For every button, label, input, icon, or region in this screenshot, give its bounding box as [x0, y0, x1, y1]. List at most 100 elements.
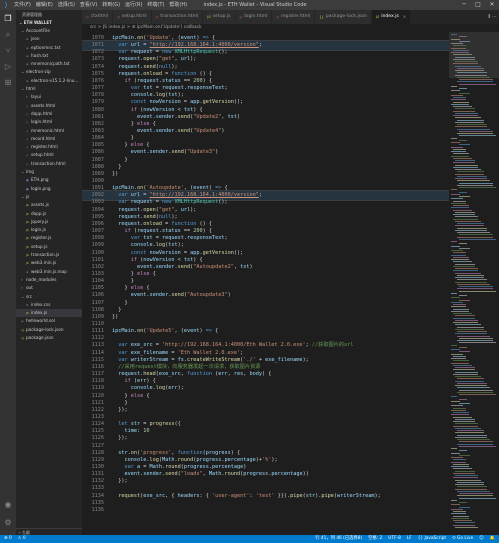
tree-item[interactable]: # index.css: [16, 301, 82, 309]
minimap-line: [455, 173, 484, 175]
tree-item[interactable]: JS setup.js: [16, 243, 82, 251]
status-item[interactable]: ⊙ Go Live: [452, 535, 473, 543]
minimap-line: [455, 367, 475, 368]
minimap-line: [455, 479, 481, 481]
tree-item[interactable]: JS jquery.js: [16, 218, 82, 226]
account-icon[interactable]: ◉: [3, 500, 13, 510]
more-actions-icon[interactable]: ⋯: [492, 14, 497, 20]
explorer-icon[interactable]: ❐: [3, 14, 13, 24]
tab-package-lock-json[interactable]: {} package-lock.json: [315, 10, 372, 24]
tree-item[interactable]: › node_modules: [16, 276, 82, 284]
tree-item[interactable]: JS register.js: [16, 234, 82, 242]
tree-item[interactable]: ≡ mnemonicpath.txt: [16, 60, 82, 68]
tree-item[interactable]: JS web3.min.js: [16, 259, 82, 267]
status-item[interactable]: UTF-8: [388, 535, 401, 543]
tree-item[interactable]: ≡ hash.txt: [16, 52, 82, 60]
tree-item[interactable]: ◇ record.html: [16, 135, 82, 143]
code-text: var tst = request.responseText;: [130, 235, 228, 242]
menu-item[interactable]: 编辑(E): [36, 0, 53, 10]
tree-item[interactable]: ⌄html: [16, 85, 82, 93]
tree-item[interactable]: ◇ mnemonic.html: [16, 127, 82, 135]
tree-item[interactable]: ◇ transaction.html: [16, 160, 82, 168]
status-item[interactable]: 🔔: [490, 535, 495, 543]
tree-item[interactable]: ≡ eptionmnc.txt: [16, 44, 82, 52]
tree-item-label: transaction.html: [31, 160, 66, 166]
minimap-line: [451, 297, 460, 299]
menu-item[interactable]: 选择(S): [58, 0, 75, 10]
tab-ctxhtml[interactable]: ◇ ctxhtml: [82, 10, 114, 24]
status-item[interactable]: ☺: [479, 535, 483, 543]
extensions-icon[interactable]: ⊞: [3, 78, 13, 88]
menu-item[interactable]: 查看(V): [80, 0, 97, 10]
maximize-icon[interactable]: □: [471, 0, 485, 10]
tree-item[interactable]: ◇ dapp.html: [16, 110, 82, 118]
minimize-icon[interactable]: ─: [457, 0, 471, 10]
minimap-line: [453, 421, 475, 422]
tree-item[interactable]: ≡ json: [16, 35, 82, 43]
tab-setup-js[interactable]: JS setup.js: [203, 10, 236, 24]
code-line[interactable]: 1136: [82, 506, 449, 515]
tree-item[interactable]: › layui: [16, 93, 82, 101]
minimap-line: [459, 403, 470, 404]
status-item[interactable]: LF: [407, 535, 412, 543]
code-text: const nowVersion = app.getVersion();: [130, 249, 244, 256]
minimap-line: [457, 236, 493, 238]
tree-item[interactable]: JS transaction.js: [16, 251, 82, 259]
status-item[interactable]: 空格: 2: [368, 535, 382, 543]
tab-login-html[interactable]: ◇ login.html: [235, 10, 273, 24]
tree-item[interactable]: ◇ register.html: [16, 143, 82, 151]
tree-item[interactable]: ◇ login.html: [16, 118, 82, 126]
tree-item[interactable]: ≡ helloworld.sol: [16, 317, 82, 325]
minimap[interactable]: [449, 32, 499, 535]
tree-item[interactable]: ◇ setup.html: [16, 151, 82, 159]
tree-item[interactable]: ⌄js: [16, 193, 82, 201]
settings-gear-icon[interactable]: ⚙: [3, 518, 13, 528]
breadcrumb[interactable]: src > JS index.js > ⊘ ipcMain.on('Update…: [82, 24, 499, 32]
search-icon[interactable]: ⌕: [3, 30, 13, 40]
tree-item[interactable]: ◇ assets.html: [16, 102, 82, 110]
tree-item[interactable]: ▣ login.png: [16, 185, 82, 193]
tree-item[interactable]: {}package-lock.json: [16, 326, 82, 334]
tree-item[interactable]: ⌄src: [16, 293, 82, 301]
status-problems[interactable]: ⊗ 0: [4, 535, 12, 543]
status-item[interactable]: {} JavaScript: [418, 535, 446, 543]
tab-transaction-html[interactable]: ◇ transaction.html: [151, 10, 204, 24]
run-debug-icon[interactable]: ▷: [3, 62, 13, 72]
menu-item[interactable]: 运行(R): [125, 0, 142, 10]
menu-item[interactable]: 转到(G): [102, 0, 120, 10]
tree-item[interactable]: {}package.json: [16, 334, 82, 342]
menu-item[interactable]: 终端(T): [147, 0, 164, 10]
project-root[interactable]: ⌄ ETH WALLET: [16, 19, 82, 27]
code-text: }: [130, 135, 134, 142]
tree-item[interactable]: ≡ web3.min.js.map: [16, 268, 82, 276]
menu-item[interactable]: 文件(F): [14, 0, 31, 10]
outline-panel[interactable]: › 大纲: [16, 528, 82, 535]
split-editor-icon[interactable]: ⫴: [488, 14, 490, 20]
tree-item[interactable]: JS dapp.js: [16, 210, 82, 218]
file-icon: ◇: [276, 15, 280, 19]
tree-item[interactable]: ⌄electron-zip: [16, 68, 82, 76]
minimap-line: [451, 396, 457, 398]
tree-item[interactable]: ⌄img: [16, 168, 82, 176]
minimap-line: [453, 157, 472, 159]
tab-setup-html[interactable]: ◇ setup.html: [113, 10, 152, 24]
tree-item[interactable]: JS assets.js: [16, 201, 82, 209]
code-editor[interactable]: 1070 ipcMain.on('Update', (event) => {107…: [82, 32, 449, 535]
tree-item[interactable]: ▣ ETH.png: [16, 176, 82, 184]
tree-item[interactable]: ≡ electron-v15.1.2-linu...: [16, 77, 82, 85]
tree-item[interactable]: ⌄AccountFile: [16, 27, 82, 35]
minimap-line: [451, 142, 460, 143]
close-tab-icon[interactable]: ✕: [403, 10, 406, 24]
source-control-icon[interactable]: ⑂: [3, 46, 13, 56]
status-item[interactable]: 行 41，列 46 (已选择8): [315, 535, 362, 543]
minimap-slider[interactable]: [449, 32, 499, 78]
minimap-line: [459, 130, 493, 132]
tree-item[interactable]: JS login.js: [16, 226, 82, 234]
tab-index-js[interactable]: JS index.js ✕: [371, 10, 412, 24]
tree-item[interactable]: JS index.js: [16, 309, 82, 318]
close-icon[interactable]: ✕: [485, 0, 499, 10]
menu-item[interactable]: 帮助(H): [169, 0, 187, 10]
status-problems[interactable]: ⚠ 0: [18, 535, 26, 543]
tree-item[interactable]: › out: [16, 284, 82, 292]
tab-register-html[interactable]: ◇ register.html: [272, 10, 316, 24]
